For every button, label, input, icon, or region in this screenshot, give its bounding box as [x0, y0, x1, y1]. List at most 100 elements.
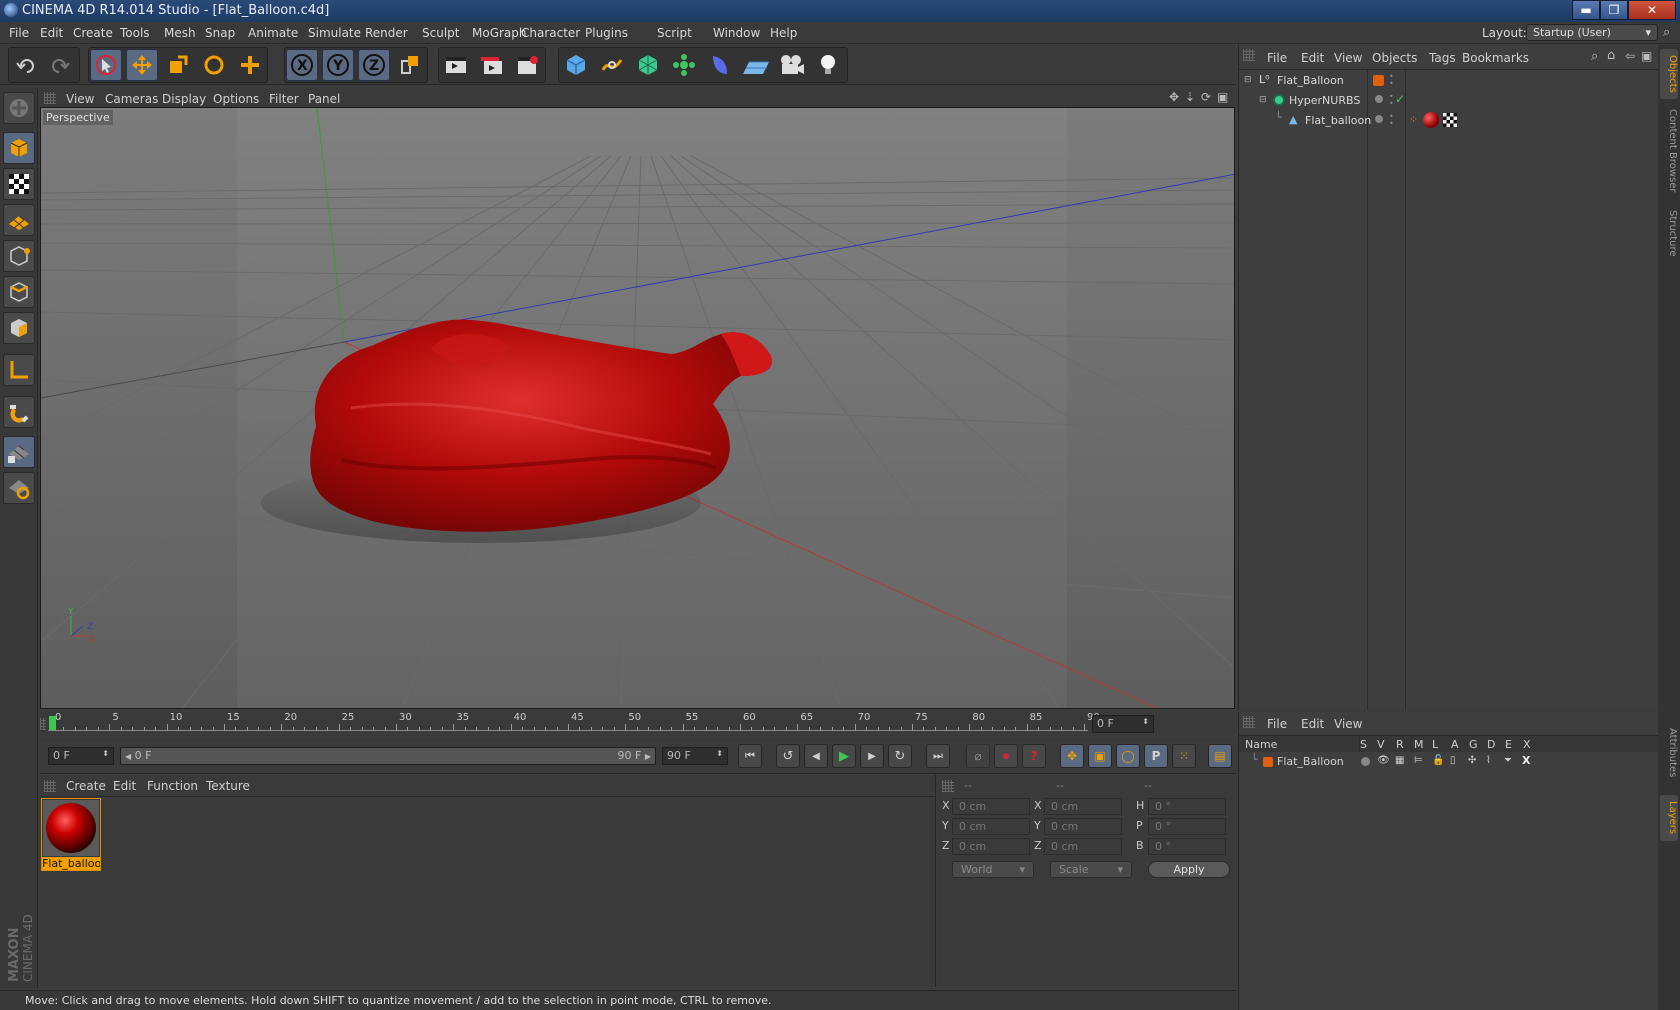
render-clapper-icon[interactable]: ▦ — [1395, 755, 1404, 766]
objects-menu-objects[interactable]: Objects — [1372, 51, 1417, 65]
menu-tools[interactable]: Tools — [120, 26, 150, 40]
collapse-icon[interactable]: ⊟ — [1244, 75, 1252, 85]
menu-select[interactable]: Animate — [248, 26, 298, 40]
home-icon[interactable]: ⌂ — [1607, 48, 1615, 63]
timeline-window-button[interactable]: ▤ — [1208, 744, 1232, 768]
menu-file[interactable]: File — [9, 26, 29, 40]
collapse-icon[interactable]: ⊟ — [1259, 95, 1267, 105]
end-frame-field[interactable]: 90 F ⬍ — [662, 747, 728, 765]
panel-grip-icon[interactable] — [1243, 716, 1255, 728]
previous-frame-button[interactable]: ◀ — [804, 744, 828, 768]
toggle-view-icon[interactable]: ▣ — [1217, 90, 1228, 104]
z-axis-lock-icon[interactable]: Z — [358, 49, 390, 81]
deformer-icon[interactable]: ⌇ — [1486, 755, 1491, 766]
camera-icon[interactable] — [776, 49, 808, 81]
polygons-mode-icon[interactable] — [3, 312, 35, 344]
layer-color-swatch[interactable] — [1373, 75, 1384, 86]
keyframe-selection-button[interactable]: ? — [1022, 744, 1046, 768]
apply-button[interactable]: Apply — [1148, 861, 1230, 878]
size-x-field[interactable]: 0 cm — [1044, 798, 1122, 815]
panel-grip-icon[interactable] — [40, 718, 46, 730]
layer-header-generators[interactable]: G — [1469, 738, 1478, 751]
size-y-field[interactable]: 0 cm — [1044, 818, 1122, 835]
coordinate-system-icon[interactable] — [394, 49, 426, 81]
go-to-end-button[interactable]: ⏭ — [926, 744, 950, 768]
light-icon[interactable] — [812, 49, 844, 81]
key-rotation-button[interactable]: ◯ — [1116, 744, 1140, 768]
redo-icon[interactable] — [44, 49, 76, 81]
lock-icon[interactable]: 🔓 — [1432, 755, 1444, 766]
previous-key-button[interactable]: ↺ — [776, 744, 800, 768]
object-row-flat-balloon-mesh[interactable]: └ ▲ Flat_balloon • • ⁘ — [1239, 111, 1659, 131]
rot-p-field[interactable]: 0 ° — [1148, 818, 1226, 835]
solo-toggle-icon[interactable] — [1361, 757, 1370, 766]
back-icon[interactable]: ⇦ — [1625, 49, 1635, 63]
tab-layers[interactable]: Layers — [1660, 795, 1678, 841]
tab-objects[interactable]: Objects — [1660, 49, 1678, 99]
tab-structure[interactable]: Structure — [1660, 203, 1678, 263]
layer-name[interactable]: Flat_Balloon — [1277, 755, 1344, 768]
phong-tag-icon[interactable]: ⁘ — [1409, 113, 1418, 126]
zoom-view-icon[interactable]: ⇣ — [1185, 90, 1195, 104]
menu-create[interactable]: Create — [73, 26, 113, 40]
object-row-hypernurbs[interactable]: ⊟ HyperNURBS • • ✓ — [1239, 91, 1659, 111]
viewport-menu-view[interactable]: View — [66, 92, 94, 106]
pos-x-field[interactable]: 0 cm — [952, 798, 1030, 815]
material-menu-function[interactable]: Function — [147, 779, 198, 793]
layout-select[interactable]: Startup (User) ▾ — [1526, 24, 1658, 41]
size-z-field[interactable]: 0 cm — [1044, 838, 1122, 855]
undo-icon[interactable] — [10, 49, 42, 81]
menu-character[interactable]: Plugins — [585, 26, 628, 40]
render-picture-viewer-icon[interactable] — [476, 49, 508, 81]
object-name[interactable]: HyperNURBS — [1289, 94, 1360, 107]
viewport-menu-panel[interactable]: Panel — [308, 92, 340, 106]
key-position-button[interactable]: ✥ — [1060, 744, 1084, 768]
layers-menu-file[interactable]: File — [1267, 717, 1287, 731]
menu-render[interactable]: Sculpt — [422, 26, 459, 40]
render-dot-icon[interactable] — [1375, 95, 1383, 103]
material-menu-edit[interactable]: Edit — [113, 779, 136, 793]
next-frame-button[interactable]: ▶ — [860, 744, 884, 768]
pan-view-icon[interactable]: ✥ — [1169, 90, 1179, 104]
layer-header-xref[interactable]: X — [1523, 738, 1531, 751]
menu-window[interactable]: Help — [770, 26, 797, 40]
array-icon[interactable] — [668, 49, 700, 81]
menu-animate[interactable]: Simulate — [308, 26, 361, 40]
uvw-tag-icon[interactable] — [1443, 113, 1457, 127]
layer-header-manager[interactable]: M — [1414, 738, 1424, 751]
render-dot-icon[interactable] — [1375, 115, 1383, 123]
panel-grip-icon[interactable] — [44, 92, 56, 104]
viewport-menu-options[interactable]: Options — [213, 92, 259, 106]
playhead-marker[interactable] — [49, 716, 56, 730]
enabled-check-icon[interactable]: ✓ — [1395, 92, 1405, 106]
layer-header-solo[interactable]: S — [1360, 738, 1367, 751]
search-icon[interactable]: ⌕ — [1663, 25, 1670, 40]
objects-menu-tags[interactable]: Tags — [1429, 51, 1456, 65]
material-swatch[interactable]: Flat_balloo — [41, 798, 101, 871]
pos-y-field[interactable]: 0 cm — [952, 818, 1030, 835]
size-mode-select[interactable]: Scale ▾ — [1050, 861, 1132, 878]
object-row-flat-balloon[interactable]: ⊟ L⁰ Flat_Balloon • • — [1239, 71, 1659, 91]
material-tag-icon[interactable] — [1423, 112, 1439, 128]
menu-script[interactable]: Window — [713, 26, 760, 40]
add-object-icon[interactable] — [234, 49, 266, 81]
live-selection-icon[interactable] — [90, 49, 122, 81]
material-menu-texture[interactable]: Texture — [206, 779, 250, 793]
floor-icon[interactable] — [740, 49, 772, 81]
perspective-viewport[interactable]: Y Z X Perspective — [40, 107, 1235, 709]
viewport-camera-label[interactable]: Perspective — [43, 110, 113, 125]
menu-edit[interactable]: Edit — [40, 26, 63, 40]
xref-icon[interactable]: X — [1522, 754, 1530, 767]
deformer-icon[interactable] — [704, 49, 736, 81]
spline-icon[interactable] — [596, 49, 628, 81]
layer-header-expressions[interactable]: E — [1505, 738, 1512, 751]
key-pla-button[interactable]: ⁙ — [1172, 744, 1196, 768]
panel-grip-icon[interactable] — [1243, 49, 1255, 61]
key-parameter-button[interactable]: P — [1144, 744, 1168, 768]
menu-snap[interactable]: Snap — [205, 26, 235, 40]
tab-content-browser[interactable]: Content Browser — [1660, 103, 1678, 199]
rot-h-field[interactable]: 0 ° — [1148, 798, 1226, 815]
workplane-icon[interactable] — [3, 204, 35, 236]
layer-row[interactable]: └ Flat_Balloon 👁 ▦ ⊨ 🔓 ▯ ✣ ⌇ ⏷ X — [1239, 753, 1659, 771]
workplane-rotate-icon[interactable] — [3, 472, 35, 504]
